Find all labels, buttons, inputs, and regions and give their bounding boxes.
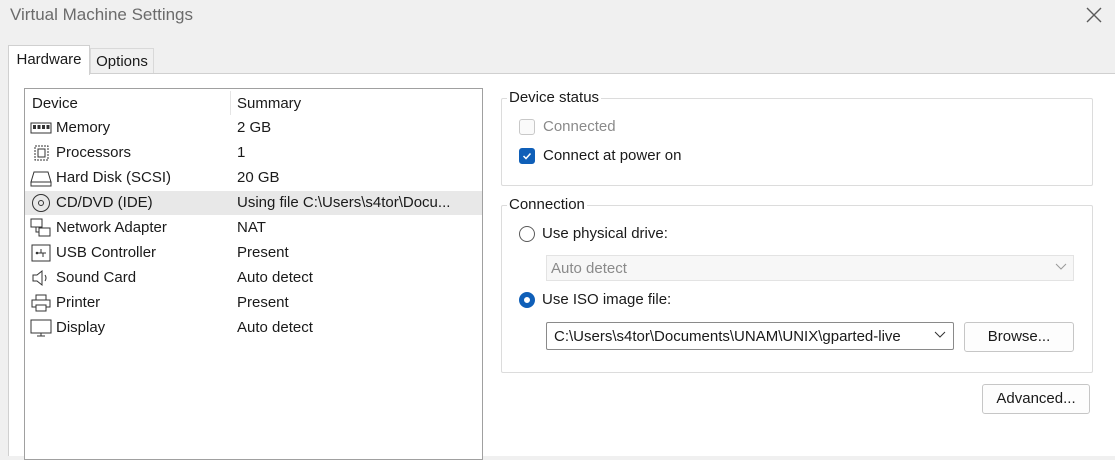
iso-path-combobox[interactable]: C:\Users\s4tor\Documents\UNAM\UNIX\gpart…	[546, 322, 954, 350]
network-adapter-icon	[30, 218, 51, 237]
column-header-device[interactable]: Device	[32, 95, 78, 112]
device-row-network-adapter[interactable]: Network Adapter NAT	[25, 216, 482, 240]
device-name: Display	[56, 319, 106, 336]
physical-drive-select[interactable]: Auto detect	[546, 255, 1074, 281]
device-name: Hard Disk (SCSI)	[56, 169, 172, 186]
device-summary: Present	[237, 294, 289, 311]
connect-at-power-on-label: Connect at power on	[543, 147, 682, 164]
physical-drive-value: Auto detect	[551, 260, 627, 277]
chevron-down-icon[interactable]	[934, 331, 946, 339]
usb-icon	[31, 244, 51, 262]
device-summary: Auto detect	[237, 269, 313, 286]
physical-drive-radio[interactable]	[519, 226, 535, 242]
chevron-down-icon	[1055, 263, 1067, 270]
device-summary: Auto detect	[237, 319, 313, 336]
iso-path-value: C:\Users\s4tor\Documents\UNAM\UNIX\gpart…	[554, 328, 901, 345]
connected-label: Connected	[543, 118, 616, 135]
device-status-label: Device status	[507, 89, 602, 106]
connection-label: Connection	[507, 196, 587, 213]
device-name: Sound Card	[56, 269, 137, 286]
advanced-button[interactable]: Advanced...	[982, 384, 1090, 414]
browse-button[interactable]: Browse...	[964, 322, 1074, 352]
tab-options[interactable]: Options	[90, 48, 154, 74]
memory-icon	[30, 122, 52, 134]
iso-image-radio[interactable]	[519, 292, 535, 308]
device-name: USB Controller	[56, 244, 157, 261]
connect-at-power-on-checkbox[interactable]	[519, 148, 535, 164]
device-summary: Present	[237, 244, 289, 261]
display-icon	[30, 319, 52, 337]
device-name: Memory	[56, 119, 111, 136]
device-row-processors[interactable]: Processors 1	[25, 141, 482, 165]
device-row-display[interactable]: Display Auto detect	[25, 316, 482, 340]
sound-card-icon	[32, 269, 47, 287]
checkmark-icon	[522, 152, 532, 160]
device-row-cd-dvd[interactable]: CD/DVD (IDE) Using file C:\Users\s4tor\D…	[25, 191, 482, 215]
physical-drive-label: Use physical drive:	[542, 225, 668, 242]
device-row-hard-disk[interactable]: Hard Disk (SCSI) 20 GB	[25, 166, 482, 190]
title-bar: Virtual Machine Settings	[0, 0, 1115, 36]
hard-disk-icon	[30, 171, 52, 187]
device-summary: NAT	[237, 219, 266, 236]
device-row-memory[interactable]: Memory 2 GB	[25, 116, 482, 140]
device-row-usb-controller[interactable]: USB Controller Present	[25, 241, 482, 265]
device-summary: 1	[237, 144, 246, 161]
device-list[interactable]: Device Summary Memory 2 GB Processors 1 …	[24, 88, 483, 460]
processor-icon	[34, 145, 49, 161]
device-name: Network Adapter	[56, 219, 167, 236]
device-summary: 20 GB	[237, 169, 280, 186]
column-header-summary[interactable]: Summary	[237, 95, 301, 112]
device-name: Processors	[56, 144, 132, 161]
device-row-sound-card[interactable]: Sound Card Auto detect	[25, 266, 482, 290]
device-summary: 2 GB	[237, 119, 272, 136]
tab-hardware[interactable]: Hardware	[8, 45, 90, 75]
printer-icon	[31, 294, 51, 312]
window-title: Virtual Machine Settings	[10, 5, 194, 24]
device-name: CD/DVD (IDE)	[56, 194, 153, 211]
device-summary: Using file C:\Users\s4tor\Docu...	[237, 194, 451, 211]
cd-dvd-icon	[32, 194, 50, 212]
device-row-printer[interactable]: Printer Present	[25, 291, 482, 315]
close-icon[interactable]	[1083, 4, 1105, 26]
column-divider[interactable]	[230, 91, 231, 115]
device-name: Printer	[56, 294, 101, 311]
iso-image-label: Use ISO image file:	[542, 291, 672, 308]
connected-checkbox[interactable]	[519, 119, 535, 135]
device-status-group	[501, 98, 1093, 186]
list-header: Device Summary	[25, 91, 482, 115]
